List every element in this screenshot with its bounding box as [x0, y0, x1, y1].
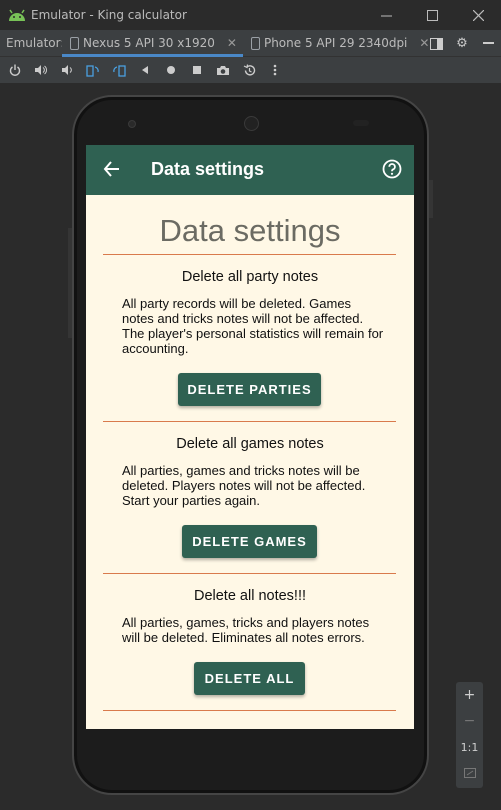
tabbar-actions: ⚙ [423, 30, 501, 57]
close-icon[interactable]: ✕ [227, 36, 237, 50]
delete-games-button[interactable]: DELETE GAMES [182, 525, 317, 558]
rotate-left-button[interactable] [82, 59, 104, 81]
snapshot-button[interactable] [238, 59, 260, 81]
settings-button[interactable]: ⚙ [449, 30, 475, 57]
back-button[interactable] [134, 59, 156, 81]
tab-label: Nexus 5 API 30 x1920 [83, 36, 215, 50]
gear-icon: ⚙ [456, 36, 468, 51]
section-description: All parties, games and tricks notes will… [122, 463, 366, 508]
overview-button[interactable] [186, 59, 208, 81]
layout-button[interactable] [423, 30, 449, 57]
help-icon[interactable] [382, 159, 402, 179]
minimize-icon [380, 15, 392, 16]
data-settings-content: Data settings Delete all party notes All… [86, 195, 414, 729]
emulator-toolbar [0, 57, 501, 84]
arrow-back-icon[interactable] [102, 159, 122, 179]
layout-icon [429, 37, 443, 50]
front-camera [128, 120, 136, 128]
zoom-controls: + − 1:1 [456, 682, 483, 788]
home-icon [167, 66, 175, 74]
delete-all-button[interactable]: DELETE ALL [194, 662, 305, 695]
window-titlebar: Emulator - King calculator [0, 0, 501, 30]
page-heading: Data settings [159, 213, 341, 248]
phone-icon [70, 36, 79, 50]
rotate-right-button[interactable] [108, 59, 130, 81]
back-icon [142, 66, 148, 74]
zoom-actual-size-button[interactable]: 1:1 [456, 734, 483, 760]
section-divider [103, 710, 396, 711]
tab-nexus-5[interactable]: Nexus 5 API 30 x1920 ✕ [62, 29, 243, 57]
screenshot-button[interactable] [212, 59, 234, 81]
home-button[interactable] [160, 59, 182, 81]
zoom-fit-button[interactable] [456, 760, 483, 786]
tabbar-label: Emulator: [6, 36, 65, 50]
camera-icon [217, 65, 229, 75]
volume-up-icon [35, 65, 47, 75]
volume-down-button[interactable] [56, 59, 78, 81]
close-window-button[interactable] [455, 0, 501, 30]
maximize-button[interactable] [409, 0, 455, 30]
rotate-right-icon [113, 64, 126, 77]
fit-screen-icon [463, 768, 476, 778]
window-title: Emulator - King calculator [31, 8, 187, 22]
device-power-button [429, 180, 433, 218]
proximity-sensor [353, 120, 369, 126]
device-side-button [68, 228, 72, 338]
power-button[interactable] [4, 59, 26, 81]
zoom-in-button[interactable]: + [456, 682, 483, 708]
emulator-tabbar: Emulator: Nexus 5 API 30 x1920 ✕ Phone 5… [0, 29, 501, 57]
app-bar: Data settings [86, 145, 414, 195]
overview-icon [193, 66, 201, 74]
app-bar-title: Data settings [151, 159, 265, 179]
section-title: Delete all party notes [181, 269, 319, 285]
zoom-out-button[interactable]: − [456, 708, 483, 734]
minimize-panel-button[interactable] [475, 30, 501, 57]
section-title: Delete all notes!!! [193, 588, 307, 604]
maximize-icon [426, 9, 438, 21]
section-description: All parties, games, tricks and players n… [122, 615, 370, 645]
earpiece-speaker [244, 116, 259, 131]
section-divider [103, 573, 396, 574]
volume-up-button[interactable] [30, 59, 52, 81]
tab-phone-5[interactable]: Phone 5 API 29 2340dpi ✕ [243, 30, 436, 57]
more-button[interactable] [264, 59, 286, 81]
section-divider [103, 421, 396, 422]
device-screen: Data settings Data settings Delete all p… [86, 145, 414, 729]
window-controls [363, 0, 501, 30]
tab-label: Phone 5 API 29 2340dpi [263, 36, 408, 50]
section-title: Delete all games notes [176, 436, 324, 452]
section-description: All party records will be deleted. Games… [122, 296, 384, 356]
snapshot-icon [243, 63, 255, 76]
minimize-button[interactable] [363, 0, 409, 30]
minimize-icon [482, 42, 494, 44]
delete-parties-button[interactable]: DELETE PARTIES [178, 373, 321, 406]
phone-icon [250, 36, 260, 50]
rotate-left-icon [86, 64, 99, 77]
volume-down-icon [62, 65, 72, 75]
android-icon [9, 9, 25, 21]
section-divider [103, 254, 396, 255]
power-icon [9, 64, 21, 76]
close-icon [472, 9, 484, 21]
more-icon [273, 64, 277, 76]
